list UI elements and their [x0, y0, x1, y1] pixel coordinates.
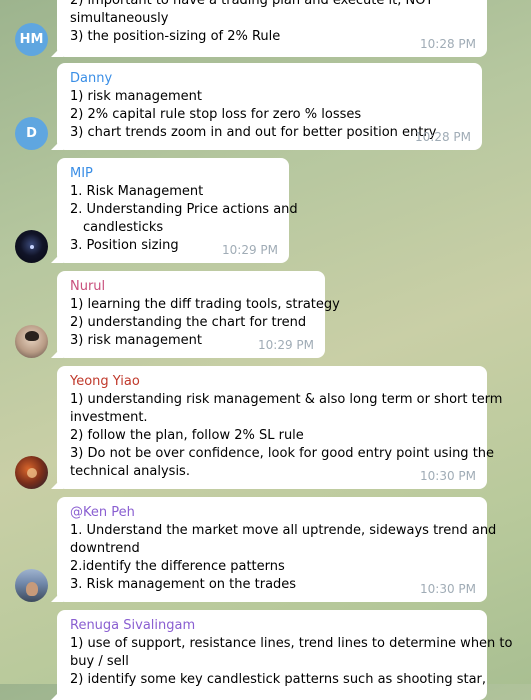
avatar[interactable]: D: [15, 117, 48, 150]
avatar[interactable]: [15, 325, 48, 358]
avatar-picture: [24, 330, 39, 341]
avatar-initials: D: [26, 126, 37, 141]
avatar-initials: HM: [19, 32, 44, 47]
message-line: 2) identify some key candlestick pattern…: [70, 672, 487, 687]
message-time: 10:29 PM: [222, 243, 278, 257]
message-line: 2) understanding the chart for trend: [70, 315, 307, 330]
message-bubble[interactable]: Nurul 1) learning the diff trading tools…: [57, 271, 340, 358]
message-line: 1. Understand the market move all uptren…: [70, 523, 497, 538]
message-line: 2) 2% capital rule stop loss for zero % …: [70, 107, 362, 122]
message-line: 2) follow the plan, follow 2% SL rule: [70, 428, 304, 443]
sender-name[interactable]: MIP: [70, 165, 277, 183]
message-line: 1) risk management: [70, 89, 202, 104]
message-line: 1) use of support, resistance lines, tre…: [70, 636, 513, 651]
message-line: 3) chart trends zoom in and out for bett…: [70, 125, 437, 140]
avatar-picture: [25, 581, 38, 596]
message-line: 2. Understanding Price actions and: [70, 202, 298, 217]
message-time: 10:29 PM: [258, 338, 314, 352]
message-time: 10:28 PM: [415, 130, 471, 144]
message-line: downtrend: [70, 541, 140, 556]
avatar[interactable]: HM: [15, 23, 48, 56]
sender-name[interactable]: Yeong Yiao: [70, 373, 475, 391]
message-line: investment.: [70, 410, 148, 425]
message-bubble[interactable]: MIP 1. Risk Management 2. Understanding …: [57, 158, 298, 263]
message-line: 2.identify the difference patterns: [70, 559, 285, 574]
avatar-picture: [29, 244, 34, 249]
message-bubble[interactable]: @Ken Peh 1. Understand the market move a…: [57, 497, 497, 602]
message-line: 3. Risk management on the trades: [70, 577, 297, 592]
avatar-picture: [26, 467, 37, 478]
sender-name[interactable]: Danny: [70, 70, 470, 88]
message-line: 3) Do not be over confidence, look for g…: [70, 446, 495, 461]
message-time: 10:28 PM: [420, 37, 476, 51]
message-line: 3) the position-sizing of 2% Rule: [70, 29, 281, 44]
message-line: technical analysis.: [70, 464, 190, 479]
message-bubble[interactable]: Danny 1) risk management 2) 2% capital r…: [57, 63, 482, 150]
avatar[interactable]: [15, 456, 48, 489]
message-bubble[interactable]: 2) important to have a trading plan and …: [57, 0, 487, 57]
chat-history[interactable]: HM 2) important to have a trading plan a…: [0, 0, 531, 700]
message-time: 10:30 PM: [420, 469, 476, 483]
message-line: buy / sell: [70, 654, 129, 669]
message-line: 1) learning the diff trading tools, stra…: [70, 297, 340, 312]
sender-name[interactable]: @Ken Peh: [70, 504, 475, 522]
message-line: 1. Risk Management: [70, 184, 204, 199]
message-line: candlesticks: [83, 220, 164, 235]
message-line: 2) important to have a trading plan and …: [70, 0, 434, 8]
message-line: simultaneously: [70, 11, 169, 26]
message-line: 1) understanding risk management & also …: [70, 392, 503, 407]
avatar[interactable]: [15, 569, 48, 602]
sender-name[interactable]: Renuga Sivalingam: [70, 617, 475, 635]
sender-name[interactable]: Nurul: [70, 278, 313, 296]
message-bubble[interactable]: Yeong Yiao 1) understanding risk managem…: [57, 366, 503, 489]
message-bubble[interactable]: Renuga Sivalingam 1) use of support, res…: [57, 610, 513, 700]
message-time: 10:30 PM: [420, 582, 476, 596]
avatar[interactable]: [15, 230, 48, 263]
